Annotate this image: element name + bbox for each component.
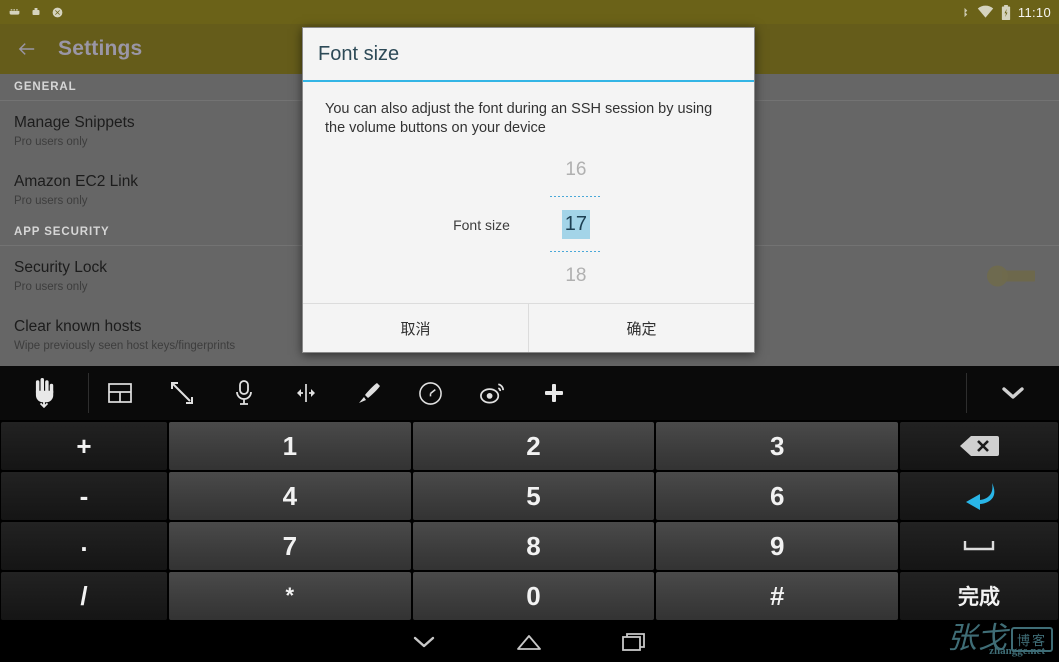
recents-icon [621,632,645,651]
backspace-icon [960,436,1000,456]
ime-toolbar-right [966,366,1059,420]
picker-next-value[interactable]: 18 [548,264,604,290]
watermark-url: zhangge.net [989,645,1045,657]
dialog-body: You can also adjust the font during an S… [303,82,754,303]
enter-return-icon [966,483,995,510]
key-label: 7 [282,530,298,561]
space-bar-icon [963,541,995,551]
numeric-keyboard: + 1 2 3 - 4 5 6 . 7 8 9 / * 0 # 完成 [0,421,1059,621]
key-done[interactable]: 完成 [900,572,1059,620]
key-label: + [76,430,92,461]
nav-recents-button[interactable] [581,621,686,662]
key-8[interactable]: 8 [412,522,655,570]
keyboard-row: . 7 8 9 [0,521,1059,571]
key-2[interactable]: 2 [412,422,655,470]
microphone-icon[interactable] [213,366,275,420]
dialog-message: You can also adjust the font during an S… [325,101,713,136]
key-label: 6 [769,480,785,511]
key-plus[interactable]: + [1,422,167,470]
ime-toolbar-icons [89,366,585,420]
key-0[interactable]: 0 [412,572,655,620]
ime-toolbar [0,366,1059,420]
chevron-down-back-icon [413,636,434,647]
chevron-down-icon[interactable] [967,366,1059,420]
keyboard-row: - 4 5 6 [0,471,1059,521]
key-label: 0 [526,580,541,611]
key-label: / [80,580,88,611]
picker-divider-top [549,196,602,197]
picker-previous-value[interactable]: 16 [548,158,604,184]
font-size-number-picker[interactable]: 16 17 18 [548,158,604,290]
key-3[interactable]: 3 [656,422,899,470]
key-1[interactable]: 1 [169,422,411,470]
key-label: 1 [282,430,298,461]
key-label: 5 [526,480,541,511]
weibo-icon[interactable] [461,366,523,420]
picker-current-value[interactable]: 17 [561,209,591,239]
key-6[interactable]: 6 [656,472,899,520]
key-backspace[interactable] [900,422,1059,470]
key-label: 9 [769,530,785,561]
clock-icon[interactable] [399,366,461,420]
hand-pointer-icon[interactable] [0,378,88,408]
key-label: # [769,580,785,611]
key-space[interactable] [900,522,1059,570]
key-9[interactable]: 9 [656,522,899,570]
key-label: 4 [282,480,298,511]
font-size-picker-wrap: Font size 16 17 18 [303,158,754,290]
home-icon [516,634,541,650]
key-label: . [80,526,88,557]
nav-back-button[interactable] [371,621,476,662]
key-label: 2 [526,430,541,461]
keyboard-row: / * 0 # 完成 [0,571,1059,621]
handwriting-pen-icon[interactable] [337,366,399,420]
dialog-button-bar: 取消 确定 [303,303,754,352]
font-size-dialog: Font size You can also adjust the font d… [302,27,755,353]
watermark: 张戈 博客 zhangge.net [878,616,1053,662]
key-5[interactable]: 5 [412,472,655,520]
key-enter[interactable] [900,472,1059,520]
key-slash[interactable]: / [1,572,167,620]
cancel-button[interactable]: 取消 [303,304,528,352]
key-label: 3 [769,430,785,461]
key-7[interactable]: 7 [169,522,411,570]
key-hash[interactable]: # [656,572,899,620]
nav-home-button[interactable] [476,621,581,662]
keyboard-row: + 1 2 3 [0,421,1059,471]
picker-divider-bottom [549,251,602,252]
key-label: * [285,583,295,608]
key-4[interactable]: 4 [169,472,411,520]
key-period[interactable]: . [1,522,167,570]
picker-current-value-wrap[interactable]: 17 [548,209,604,239]
key-asterisk[interactable]: * [169,572,411,620]
key-label: - [79,480,89,511]
plus-icon[interactable] [523,366,585,420]
key-minus[interactable]: - [1,472,167,520]
ok-button[interactable]: 确定 [528,304,754,352]
layout-grid-icon[interactable] [89,366,151,420]
key-label: 完成 [958,586,1001,609]
picker-label: Font size [453,216,510,233]
key-label: 8 [526,530,541,561]
expand-arrows-icon[interactable] [151,366,213,420]
screen-root: 11:10 Settings GENERAL Manage Snippets P… [0,0,1059,662]
dialog-title: Font size [318,42,400,65]
cursor-move-icon[interactable] [275,366,337,420]
